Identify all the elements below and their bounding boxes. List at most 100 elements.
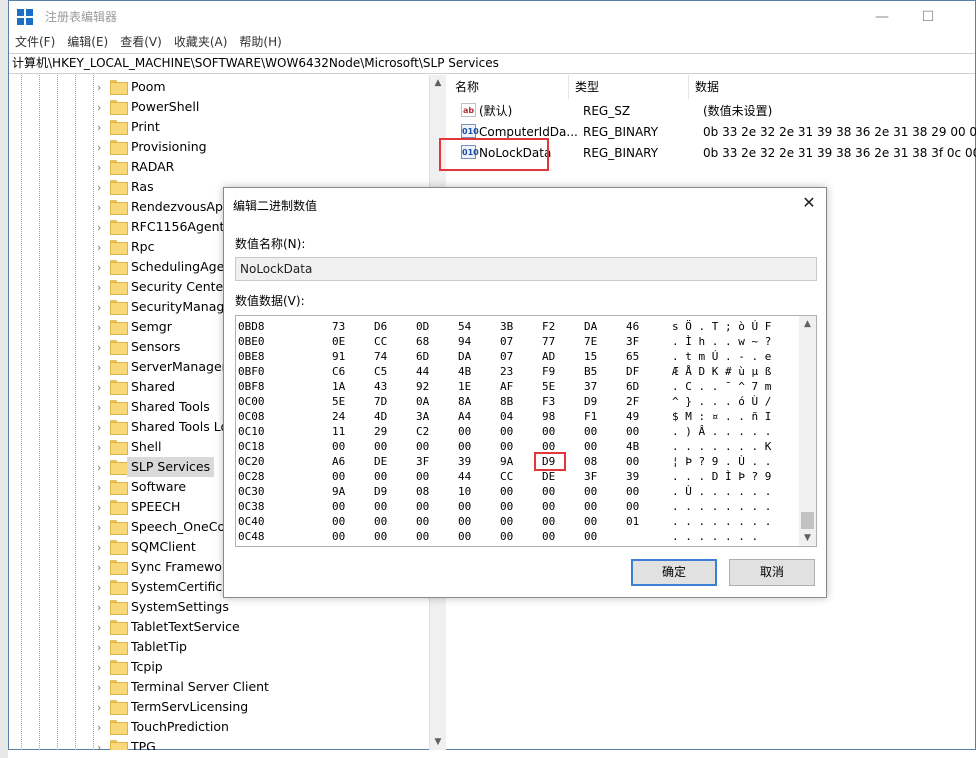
hex-byte: 00 bbox=[626, 455, 640, 468]
hex-row: 0C18 00 00 00 00 00 00 00 4B. . . . . . . K bbox=[236, 439, 801, 454]
chevron-right-icon[interactable]: › bbox=[97, 681, 107, 694]
tree-item[interactable]: › Provisioning bbox=[9, 137, 429, 157]
value-data-label: 数值数据(V): bbox=[235, 294, 305, 308]
hex-byte: C6 bbox=[332, 365, 346, 378]
hex-byte: 00 bbox=[584, 485, 598, 498]
tree-item[interactable]: › RADAR bbox=[9, 157, 429, 177]
address-bar[interactable]: 计算机\HKEY_LOCAL_MACHINE\SOFTWARE\WOW6432N… bbox=[9, 53, 975, 74]
hex-offset: 0BF0 bbox=[238, 365, 265, 378]
chevron-right-icon[interactable]: › bbox=[97, 241, 107, 254]
scroll-up-icon[interactable]: ▲ bbox=[799, 316, 816, 332]
ok-button[interactable]: 确定 bbox=[631, 559, 717, 586]
hex-byte: 6D bbox=[416, 350, 430, 363]
chevron-right-icon[interactable]: › bbox=[97, 541, 107, 554]
minimize-button[interactable]: — bbox=[859, 1, 905, 32]
folder-icon bbox=[110, 280, 128, 295]
cancel-button[interactable]: 取消 bbox=[729, 559, 815, 586]
chevron-right-icon[interactable]: › bbox=[97, 601, 107, 614]
chevron-right-icon[interactable]: › bbox=[97, 621, 107, 634]
chevron-right-icon[interactable]: › bbox=[97, 301, 107, 314]
chevron-right-icon[interactable]: › bbox=[97, 181, 107, 194]
tree-item[interactable]: › TabletTextService bbox=[9, 617, 429, 637]
hex-byte: 7D bbox=[374, 395, 388, 408]
hex-byte: 0E bbox=[332, 335, 346, 348]
chevron-right-icon[interactable]: › bbox=[97, 421, 107, 434]
hex-byte: D9 bbox=[374, 485, 388, 498]
hex-byte: D6 bbox=[374, 320, 388, 333]
tree-item[interactable]: › Poom bbox=[9, 77, 429, 97]
menu-bar: 文件(F) 编辑(E) 查看(V) 收藏夹(A) 帮助(H) bbox=[9, 32, 975, 52]
chevron-right-icon[interactable]: › bbox=[97, 101, 107, 114]
chevron-right-icon[interactable]: › bbox=[97, 221, 107, 234]
scroll-thumb[interactable] bbox=[801, 512, 814, 529]
folder-icon bbox=[110, 660, 128, 675]
chevron-right-icon[interactable]: › bbox=[97, 521, 107, 534]
maximize-button[interactable]: ☐ bbox=[905, 1, 951, 32]
tree-item[interactable]: › SystemSettings bbox=[9, 597, 429, 617]
chevron-right-icon[interactable]: › bbox=[97, 641, 107, 654]
hex-scrollbar[interactable]: ▲ ▼ bbox=[799, 316, 816, 546]
chevron-right-icon[interactable]: › bbox=[97, 281, 107, 294]
menu-edit[interactable]: 编辑(E) bbox=[61, 32, 114, 52]
chevron-right-icon[interactable]: › bbox=[97, 481, 107, 494]
chevron-right-icon[interactable]: › bbox=[97, 121, 107, 134]
scroll-down-icon[interactable]: ▼ bbox=[430, 734, 446, 750]
chevron-right-icon[interactable]: › bbox=[97, 401, 107, 414]
hex-byte: 00 bbox=[500, 515, 514, 528]
folder-icon bbox=[110, 180, 128, 195]
hex-byte: 00 bbox=[584, 530, 598, 543]
scroll-up-icon[interactable]: ▲ bbox=[430, 75, 446, 91]
chevron-right-icon[interactable]: › bbox=[97, 441, 107, 454]
value-row-default[interactable]: ab (默认) REG_SZ (数值未设置) bbox=[449, 100, 976, 121]
hex-byte: 08 bbox=[584, 455, 598, 468]
chevron-right-icon[interactable]: › bbox=[97, 81, 107, 94]
background-window-edge bbox=[0, 0, 8, 758]
column-name-header[interactable]: 名称 bbox=[449, 75, 569, 99]
chevron-right-icon[interactable]: › bbox=[97, 361, 107, 374]
hex-byte: 00 bbox=[584, 500, 598, 513]
column-data-header[interactable]: 数据 bbox=[689, 75, 976, 99]
hex-byte: 00 bbox=[542, 530, 556, 543]
chevron-right-icon[interactable]: › bbox=[97, 341, 107, 354]
chevron-right-icon[interactable]: › bbox=[97, 141, 107, 154]
chevron-right-icon[interactable]: › bbox=[97, 321, 107, 334]
chevron-right-icon[interactable]: › bbox=[97, 561, 107, 574]
chevron-right-icon[interactable]: › bbox=[97, 581, 107, 594]
tree-item[interactable]: › PowerShell bbox=[9, 97, 429, 117]
tree-item[interactable]: › Terminal Server Client bbox=[9, 677, 429, 697]
scroll-down-icon[interactable]: ▼ bbox=[799, 530, 816, 546]
close-icon[interactable]: ✕ bbox=[800, 194, 818, 212]
highlight-byte-box bbox=[534, 452, 566, 471]
tree-item[interactable]: › TouchPrediction bbox=[9, 717, 429, 737]
value-type: REG_SZ bbox=[583, 103, 631, 118]
chevron-right-icon[interactable]: › bbox=[97, 721, 107, 734]
tree-item[interactable]: › TPG bbox=[9, 737, 429, 750]
hex-byte: 00 bbox=[458, 500, 472, 513]
tree-item[interactable]: › Print bbox=[9, 117, 429, 137]
tree-item[interactable]: › TermServLicensing bbox=[9, 697, 429, 717]
folder-icon bbox=[110, 360, 128, 375]
folder-icon bbox=[110, 740, 128, 750]
chevron-right-icon[interactable]: › bbox=[97, 501, 107, 514]
folder-icon bbox=[110, 100, 128, 115]
tree-item[interactable]: › TabletTip bbox=[9, 637, 429, 657]
hex-byte: B5 bbox=[584, 365, 598, 378]
hex-ascii: $ M : ¤ . . ñ I bbox=[672, 410, 772, 423]
menu-help[interactable]: 帮助(H) bbox=[233, 32, 287, 52]
column-type-header[interactable]: 类型 bbox=[569, 75, 689, 99]
chevron-right-icon[interactable]: › bbox=[97, 381, 107, 394]
tree-item[interactable]: › Tcpip bbox=[9, 657, 429, 677]
chevron-right-icon[interactable]: › bbox=[97, 201, 107, 214]
menu-view[interactable]: 查看(V) bbox=[114, 32, 168, 52]
menu-file[interactable]: 文件(F) bbox=[9, 32, 61, 52]
chevron-right-icon[interactable]: › bbox=[97, 261, 107, 274]
chevron-right-icon[interactable]: › bbox=[97, 701, 107, 714]
hex-byte: 4B bbox=[458, 365, 472, 378]
hex-ascii: . . . . . . . bbox=[672, 530, 759, 543]
chevron-right-icon[interactable]: › bbox=[97, 741, 107, 751]
menu-favorites[interactable]: 收藏夹(A) bbox=[168, 32, 234, 52]
chevron-right-icon[interactable]: › bbox=[97, 161, 107, 174]
chevron-right-icon[interactable]: › bbox=[97, 461, 107, 474]
chevron-right-icon[interactable]: › bbox=[97, 661, 107, 674]
hex-editor[interactable]: ▲ ▼ 0BD8 73 D6 0D 54 3B F2 DA 46 s Ö . T ; ò Ú F0… bbox=[235, 315, 817, 547]
